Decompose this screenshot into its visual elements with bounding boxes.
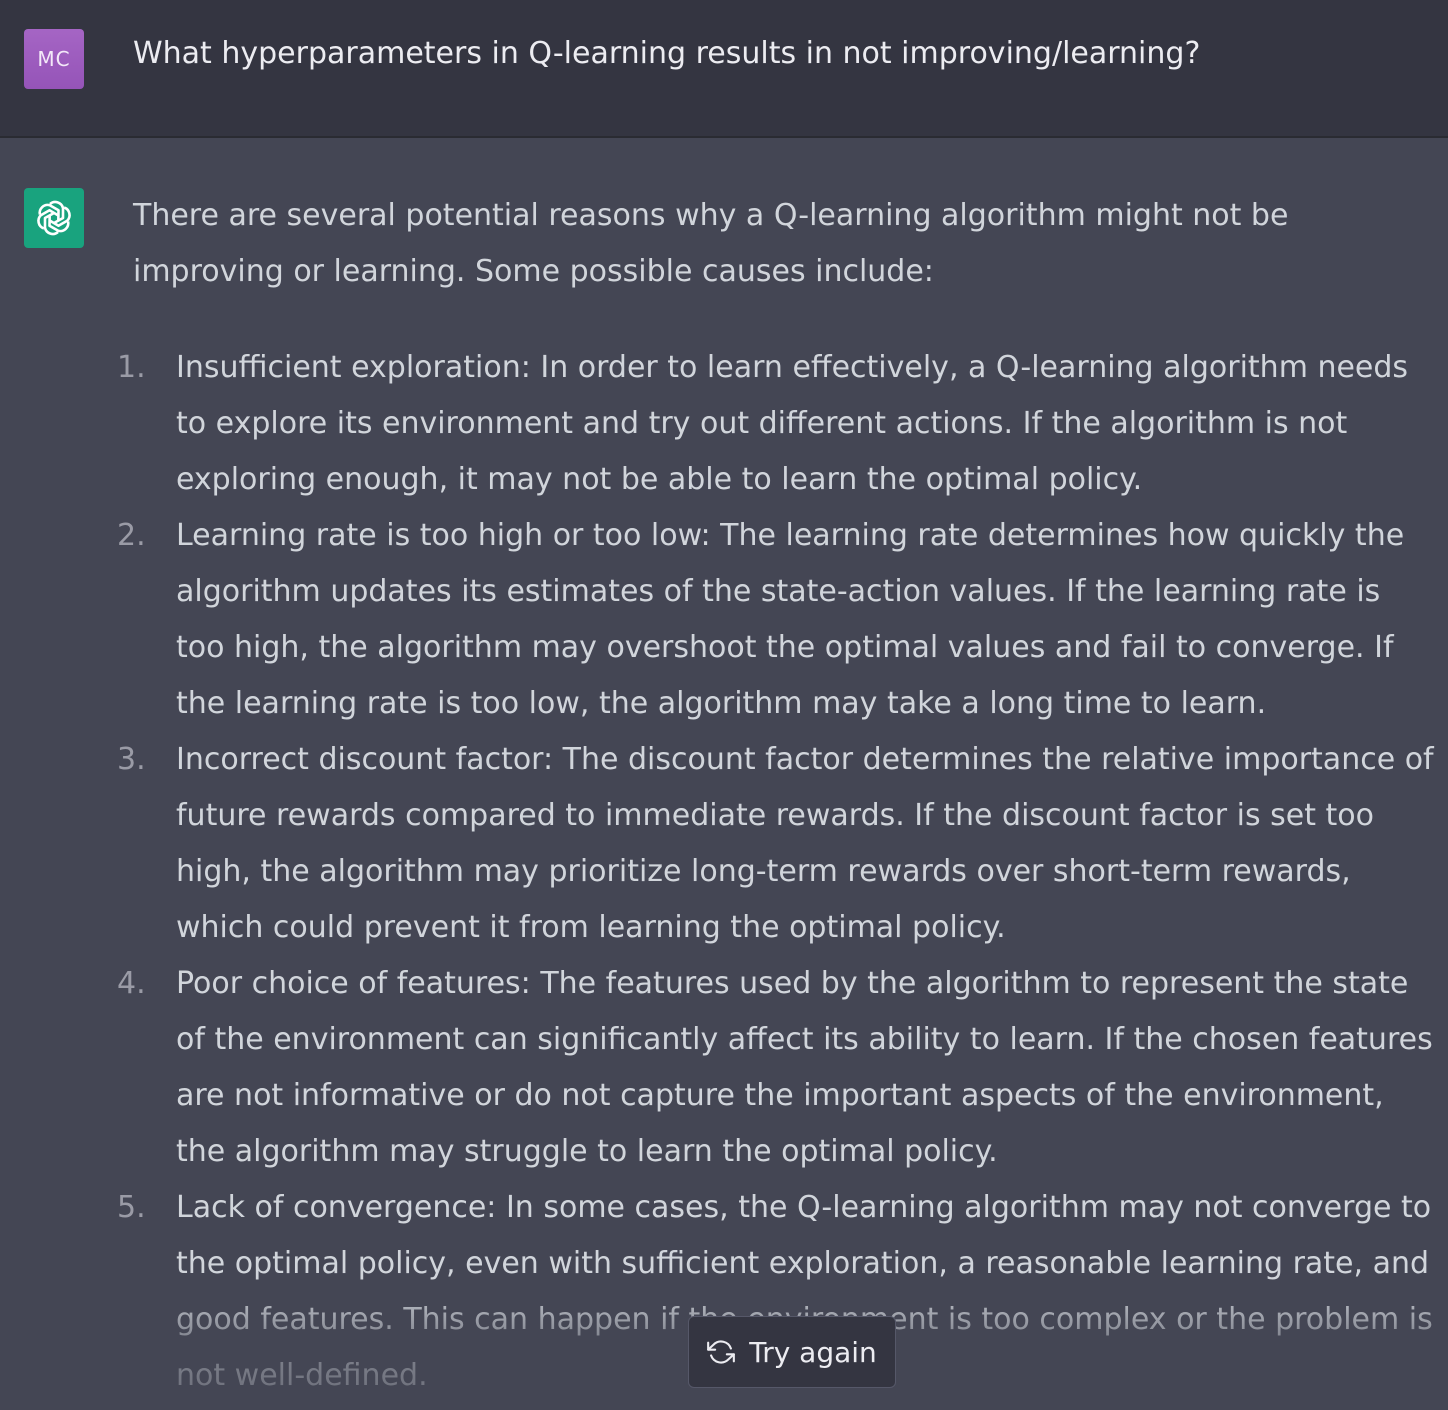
list-item-text: Poor choice of features: The features us… bbox=[176, 966, 1433, 1169]
list-item: 4. Poor choice of features: The features… bbox=[0, 956, 1438, 1180]
user-message-row: MC What hyperparameters in Q-learning re… bbox=[0, 0, 1448, 138]
assistant-avatar bbox=[24, 188, 84, 248]
user-avatar-initials: MC bbox=[37, 47, 71, 71]
refresh-icon bbox=[707, 1338, 736, 1366]
list-item-text: Incorrect discount factor: The discount … bbox=[176, 742, 1434, 945]
list-item-text: Insufficient exploration: In order to le… bbox=[176, 350, 1409, 497]
user-avatar: MC bbox=[24, 29, 84, 89]
try-again-label: Try again bbox=[749, 1335, 877, 1369]
list-item-text: Learning rate is too high or too low: Th… bbox=[176, 518, 1405, 721]
assistant-intro-text: There are several potential reasons why … bbox=[133, 198, 1289, 289]
causes-list: 1. Insufficient exploration: In order to… bbox=[0, 340, 1448, 1404]
user-message-text: What hyperparameters in Q-learning resul… bbox=[133, 36, 1201, 71]
openai-logo-icon bbox=[37, 200, 71, 236]
list-item-number: 1. bbox=[117, 350, 146, 385]
list-item-number: 5. bbox=[117, 1190, 146, 1225]
list-item: 3. Incorrect discount factor: The discou… bbox=[0, 732, 1438, 956]
list-item-number: 3. bbox=[117, 742, 146, 777]
try-again-button[interactable]: Try again bbox=[688, 1316, 896, 1388]
assistant-message-row: There are several potential reasons why … bbox=[0, 138, 1448, 1410]
list-item-number: 2. bbox=[117, 518, 146, 553]
list-item: 1. Insufficient exploration: In order to… bbox=[0, 340, 1438, 508]
list-item: 2. Learning rate is too high or too low:… bbox=[0, 508, 1438, 732]
list-item-number: 4. bbox=[117, 966, 146, 1001]
